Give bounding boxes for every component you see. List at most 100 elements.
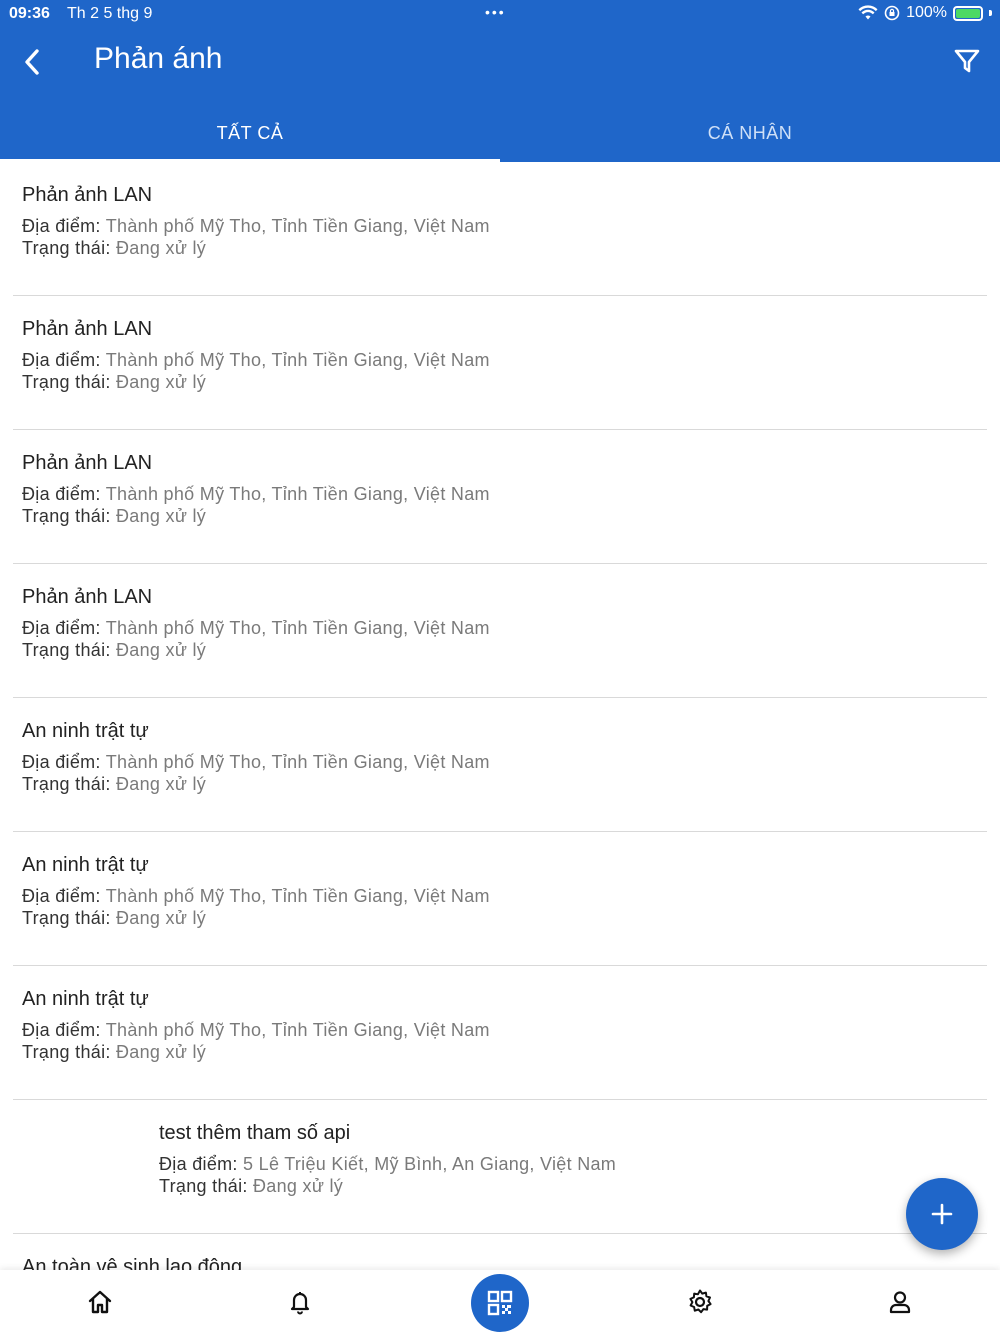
list-item[interactable]: Phản ảnh LAN Địa điểm: Thành phố Mỹ Tho,… [0,430,1000,564]
chevron-left-icon [25,49,39,75]
location-label: Địa điểm: [22,484,101,504]
item-title: An ninh trật tự [22,854,149,876]
status-label: Trạng thái: [22,506,111,526]
status-label: Trạng thái: [22,1042,111,1062]
tab-personal-label: CÁ NHÂN [707,122,793,143]
filter-icon [954,49,980,73]
status-label: Trạng thái: [159,1176,248,1196]
status-value: Đang xử lý [116,640,207,660]
item-status: Trạng thái: Đang xử lý [22,371,1000,393]
item-location: Địa điểm: Thành phố Mỹ Tho, Tỉnh Tiền Gi… [22,215,1000,237]
item-status: Trạng thái: Đang xử lý [22,773,1000,795]
list-item[interactable]: An ninh trật tự Địa điểm: Thành phố Mỹ T… [0,832,1000,966]
nav-profile[interactable] [884,1286,916,1318]
status-value: Đang xử lý [116,506,207,526]
location-label: Địa điểm: [22,618,101,638]
item-title: Phản ảnh LAN [22,452,153,474]
bottom-nav [0,1270,1000,1334]
battery-percent: 100% [906,4,947,21]
item-status: Trạng thái: Đang xử lý [22,505,1000,527]
item-title: An toàn vệ sinh lao động [22,1256,243,1270]
location-label: Địa điểm: [159,1154,238,1174]
item-location: Địa điểm: Thành phố Mỹ Tho, Tỉnh Tiền Gi… [22,617,1000,639]
home-icon [88,1290,112,1314]
item-location: Địa điểm: Thành phố Mỹ Tho, Tỉnh Tiền Gi… [22,349,1000,371]
nav-settings[interactable] [684,1286,716,1318]
battery-icon [953,5,983,21]
item-status: Trạng thái: Đang xử lý [22,237,1000,259]
report-list[interactable]: Phản ảnh LAN Địa điểm: Thành phố Mỹ Tho,… [0,162,1000,1270]
list-item[interactable]: test thêm tham số api Địa điểm: 5 Lê Tri… [0,1100,1000,1234]
tab-all[interactable]: TẤT CẢ [0,104,500,162]
location-value: Thành phố Mỹ Tho, Tỉnh Tiền Giang, Việt … [105,1020,490,1040]
page-title: Phản ánh [94,42,223,75]
item-status: Trạng thái: Đang xử lý [22,907,1000,929]
list-item[interactable]: An toàn vệ sinh lao động [0,1234,1000,1270]
location-label: Địa điểm: [22,886,101,906]
list-item[interactable]: An ninh trật tự Địa điểm: Thành phố Mỹ T… [0,966,1000,1100]
orientation-lock-icon [884,5,900,21]
location-value: Thành phố Mỹ Tho, Tỉnh Tiền Giang, Việt … [105,350,490,370]
status-value: Đang xử lý [116,1042,207,1062]
status-label: Trạng thái: [22,238,111,258]
location-label: Địa điểm: [22,216,101,236]
app-bar: 09:36 Th 2 5 thg 9 ••• 100% Phản ánh TẤT… [0,0,1000,162]
plus-icon [931,1203,953,1225]
list-item[interactable]: Phản ảnh LAN Địa điểm: Thành phố Mỹ Tho,… [0,296,1000,430]
battery-level [956,8,980,18]
status-label: Trạng thái: [22,774,111,794]
item-location: Địa điểm: 5 Lê Triệu Kiết, Mỹ Bình, An G… [159,1153,1000,1175]
list-item[interactable]: Phản ảnh LAN Địa điểm: Thành phố Mỹ Tho,… [0,162,1000,296]
tab-all-label: TẤT CẢ [216,122,284,143]
gear-icon [689,1289,712,1314]
location-value: Thành phố Mỹ Tho, Tỉnh Tiền Giang, Việt … [105,618,490,638]
item-title: test thêm tham số api [159,1122,351,1144]
qr-code-icon [487,1290,513,1316]
status-value: Đang xử lý [116,908,207,928]
tab-bar: TẤT CẢ CÁ NHÂN [0,104,1000,162]
item-status: Trạng thái: Đang xử lý [22,639,1000,661]
status-label: Trạng thái: [22,372,111,392]
status-time: 09:36 [9,5,50,22]
nav-qr-scan[interactable] [471,1274,529,1332]
item-location: Địa điểm: Thành phố Mỹ Tho, Tỉnh Tiền Gi… [22,885,1000,907]
tab-personal[interactable]: CÁ NHÂN [500,104,1000,162]
status-bar: 09:36 Th 2 5 thg 9 ••• 100% [0,0,1000,28]
item-status: Trạng thái: Đang xử lý [159,1175,1000,1197]
battery-tip [989,10,992,16]
item-status: Trạng thái: Đang xử lý [22,1041,1000,1063]
status-value: Đang xử lý [116,774,207,794]
back-button[interactable] [14,44,50,80]
nav-notifications[interactable] [284,1286,316,1318]
wifi-icon [858,5,878,20]
item-location: Địa điểm: Thành phố Mỹ Tho, Tỉnh Tiền Gi… [22,483,1000,505]
status-value: Đang xử lý [116,238,207,258]
item-title: Phản ảnh LAN [22,184,153,206]
multitask-dots[interactable]: ••• [485,4,506,20]
location-value: Thành phố Mỹ Tho, Tỉnh Tiền Giang, Việt … [105,752,490,772]
item-title: Phản ảnh LAN [22,318,153,340]
item-title: Phản ảnh LAN [22,586,153,608]
add-report-button[interactable] [906,1178,978,1250]
status-label: Trạng thái: [22,908,111,928]
item-title: An ninh trật tự [22,988,149,1010]
location-label: Địa điểm: [22,1020,101,1040]
status-value: Đang xử lý [116,372,207,392]
location-value: Thành phố Mỹ Tho, Tỉnh Tiền Giang, Việt … [105,886,490,906]
item-location: Địa điểm: Thành phố Mỹ Tho, Tỉnh Tiền Gi… [22,1019,1000,1041]
item-location: Địa điểm: Thành phố Mỹ Tho, Tỉnh Tiền Gi… [22,751,1000,773]
status-date: Th 2 5 thg 9 [67,5,153,22]
list-item[interactable]: An ninh trật tự Địa điểm: Thành phố Mỹ T… [0,698,1000,832]
status-indicators: 100% [858,4,992,22]
status-value: Đang xử lý [253,1176,344,1196]
nav-home[interactable] [84,1286,116,1318]
filter-button[interactable] [952,46,982,76]
user-icon [889,1291,911,1314]
location-value: Thành phố Mỹ Tho, Tỉnh Tiền Giang, Việt … [105,216,490,236]
item-title: An ninh trật tự [22,720,149,742]
location-value: Thành phố Mỹ Tho, Tỉnh Tiền Giang, Việt … [105,484,490,504]
location-label: Địa điểm: [22,752,101,772]
bell-icon [290,1292,310,1315]
list-item[interactable]: Phản ảnh LAN Địa điểm: Thành phố Mỹ Tho,… [0,564,1000,698]
location-label: Địa điểm: [22,350,101,370]
